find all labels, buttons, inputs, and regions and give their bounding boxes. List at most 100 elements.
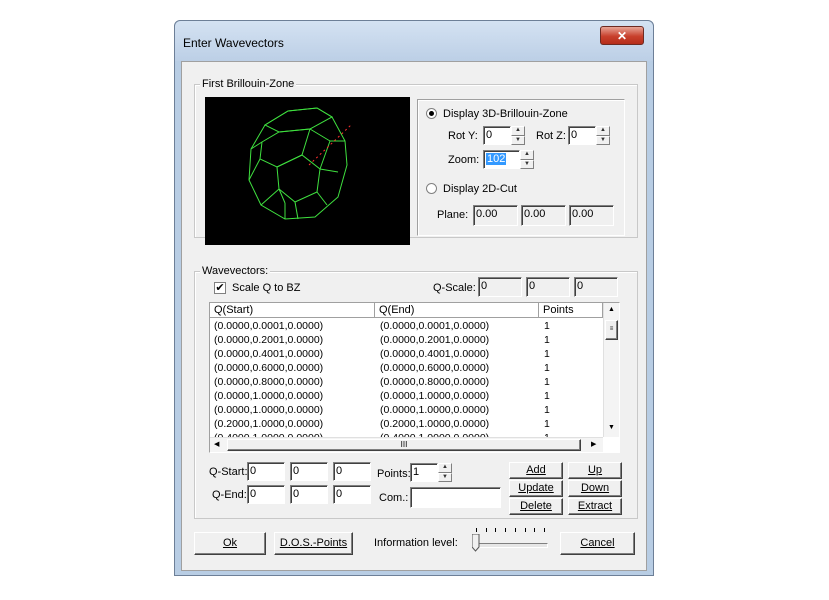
table-row[interactable]: (0.0000,0.0001,0.0000) (0.0000,0.0001,0.0… xyxy=(210,319,603,333)
wavevectors-group-label: Wavevectors: xyxy=(200,265,271,277)
brillouin-group-label: First Brillouin-Zone xyxy=(200,78,297,90)
close-button[interactable]: ✕ xyxy=(600,26,644,45)
vertical-scrollbar[interactable]: ▲ ≡ ▼ xyxy=(603,303,619,437)
zoom-label: Zoom: xyxy=(448,154,480,166)
q-end-y-field[interactable]: 0 xyxy=(290,485,328,504)
wavevector-list[interactable]: Q(Start) Q(End) Points (0.0000,0.0001,0.… xyxy=(209,302,620,453)
slider-tick xyxy=(524,528,526,532)
down-button[interactable]: Down xyxy=(568,480,622,497)
row-points: 1 xyxy=(544,320,550,332)
plane-x-field[interactable]: 0.00 xyxy=(473,205,518,226)
row-points: 1 xyxy=(544,348,550,360)
scroll-up-icon[interactable]: ▲ xyxy=(608,306,615,313)
scroll-down-icon[interactable]: ▼ xyxy=(608,424,615,431)
row-qend: (0.0000,0.6000,0.0000) xyxy=(380,362,490,374)
plane-y-field[interactable]: 0.00 xyxy=(521,205,566,226)
row-points: 1 xyxy=(544,404,550,416)
scroll-right-icon[interactable]: ▶ xyxy=(591,440,596,448)
plane-z-field[interactable]: 0.00 xyxy=(569,205,614,226)
slider-thumb[interactable] xyxy=(471,533,480,552)
q-scale-y-field[interactable]: 0 xyxy=(526,277,570,297)
q-start-x-field[interactable]: 0 xyxy=(247,462,285,481)
horizontal-scroll-thumb[interactable]: III xyxy=(227,439,581,451)
up-button-label: Up xyxy=(587,464,603,476)
row-points: 1 xyxy=(544,334,550,346)
rot-z-field[interactable]: 0 xyxy=(568,126,596,145)
row-qend: (0.0000,1.0000,0.0000) xyxy=(380,404,490,416)
zoom-field[interactable]: 102 xyxy=(483,150,520,169)
row-qstart: (0.0000,0.6000,0.0000) xyxy=(214,362,324,374)
q-start-z-field[interactable]: 0 xyxy=(333,462,371,481)
display-3d-label: Display 3D-Brillouin-Zone xyxy=(443,108,568,120)
vertical-scroll-thumb[interactable]: ≡ xyxy=(605,320,618,340)
points-field[interactable]: 1 xyxy=(410,463,438,482)
add-button[interactable]: Add xyxy=(509,462,563,479)
window-title: Enter Wavevectors xyxy=(183,36,284,50)
row-points: 1 xyxy=(544,376,550,388)
extract-button-label: Extract xyxy=(577,500,613,512)
dos-points-button[interactable]: D.O.S.-Points xyxy=(274,532,353,555)
column-header-points[interactable]: Points xyxy=(539,303,603,318)
horizontal-scrollbar[interactable]: ◀ III ▶ xyxy=(210,437,603,452)
ok-button[interactable]: Ok xyxy=(194,532,266,555)
table-row[interactable]: (0.0000,1.0000,0.0000) (0.0000,1.0000,0.0… xyxy=(210,403,603,417)
column-header-qend[interactable]: Q(End) xyxy=(375,303,539,318)
row-qend: (0.0000,0.4001,0.0000) xyxy=(380,348,490,360)
rot-y-field[interactable]: 0 xyxy=(483,126,511,145)
q-end-x-field[interactable]: 0 xyxy=(247,485,285,504)
row-qend: (0.0000,0.8000,0.0000) xyxy=(380,376,490,388)
row-qstart: (0.2000,1.0000,0.0000) xyxy=(214,418,324,430)
delete-button-label: Delete xyxy=(520,500,552,512)
row-qend: (0.0000,1.0000,0.0000) xyxy=(380,390,490,402)
information-level-label: Information level: xyxy=(374,537,458,549)
slider-tick xyxy=(485,528,487,532)
title-bar[interactable]: Enter Wavevectors ✕ xyxy=(175,21,653,61)
extract-button[interactable]: Extract xyxy=(568,498,622,515)
row-qstart: (0.0000,0.2001,0.0000) xyxy=(214,334,324,346)
cancel-button-label: Cancel xyxy=(580,537,615,549)
scale-q-label: Scale Q to BZ xyxy=(232,282,301,294)
down-button-label: Down xyxy=(580,482,610,494)
comment-field[interactable] xyxy=(410,487,501,508)
slider-tick xyxy=(495,528,497,532)
information-level-slider[interactable] xyxy=(470,526,550,554)
column-header-qstart[interactable]: Q(Start) xyxy=(210,303,375,318)
table-row[interactable]: (0.0000,0.2001,0.0000) (0.0000,0.2001,0.0… xyxy=(210,333,603,347)
up-button[interactable]: Up xyxy=(568,462,622,479)
delete-button[interactable]: Delete xyxy=(509,498,563,515)
bz-3d-view[interactable] xyxy=(205,97,410,245)
q-end-z-field[interactable]: 0 xyxy=(333,485,371,504)
table-row[interactable]: (0.0000,1.0000,0.0000) (0.0000,1.0000,0.0… xyxy=(210,389,603,403)
display-2d-label: Display 2D-Cut xyxy=(443,183,517,195)
bz-wireframe xyxy=(248,107,352,220)
scroll-left-icon[interactable]: ◀ xyxy=(214,440,219,448)
dos-points-button-label: D.O.S.-Points xyxy=(279,537,348,549)
row-points: 1 xyxy=(544,390,550,402)
row-qstart: (0.0000,0.4001,0.0000) xyxy=(214,348,324,360)
points-spinner[interactable]: ▲ ▼ xyxy=(438,463,452,482)
display-2d-radio[interactable] xyxy=(426,183,437,194)
close-icon: ✕ xyxy=(616,29,628,43)
bz-axis-marker xyxy=(308,124,352,166)
row-qend: (0.0000,0.2001,0.0000) xyxy=(380,334,490,346)
table-row[interactable]: (0.2000,1.0000,0.0000) (0.2000,1.0000,0.0… xyxy=(210,417,603,431)
table-row[interactable]: (0.0000,0.8000,0.0000) (0.0000,0.8000,0.0… xyxy=(210,375,603,389)
points-label: Points: xyxy=(377,468,411,480)
rot-y-spinner[interactable]: ▲ ▼ xyxy=(511,126,525,145)
q-scale-x-field[interactable]: 0 xyxy=(478,277,522,297)
row-qstart: (0.0000,0.8000,0.0000) xyxy=(214,376,324,388)
zoom-spinner[interactable]: ▲ ▼ xyxy=(520,150,534,169)
slider-tick xyxy=(505,528,507,532)
rot-z-spinner[interactable]: ▲ ▼ xyxy=(596,126,610,145)
cancel-button[interactable]: Cancel xyxy=(560,532,635,555)
q-scale-z-field[interactable]: 0 xyxy=(574,277,618,297)
slider-ticks xyxy=(470,526,550,532)
update-button[interactable]: Update xyxy=(509,480,563,497)
scale-q-checkbox[interactable]: ✔ xyxy=(214,282,226,294)
row-qstart: (0.0000,0.0001,0.0000) xyxy=(214,320,324,332)
table-row[interactable]: (0.0000,0.4001,0.0000) (0.0000,0.4001,0.0… xyxy=(210,347,603,361)
q-start-y-field[interactable]: 0 xyxy=(290,462,328,481)
display-3d-radio[interactable] xyxy=(426,108,437,119)
add-button-label: Add xyxy=(526,464,546,476)
table-row[interactable]: (0.0000,0.6000,0.0000) (0.0000,0.6000,0.0… xyxy=(210,361,603,375)
